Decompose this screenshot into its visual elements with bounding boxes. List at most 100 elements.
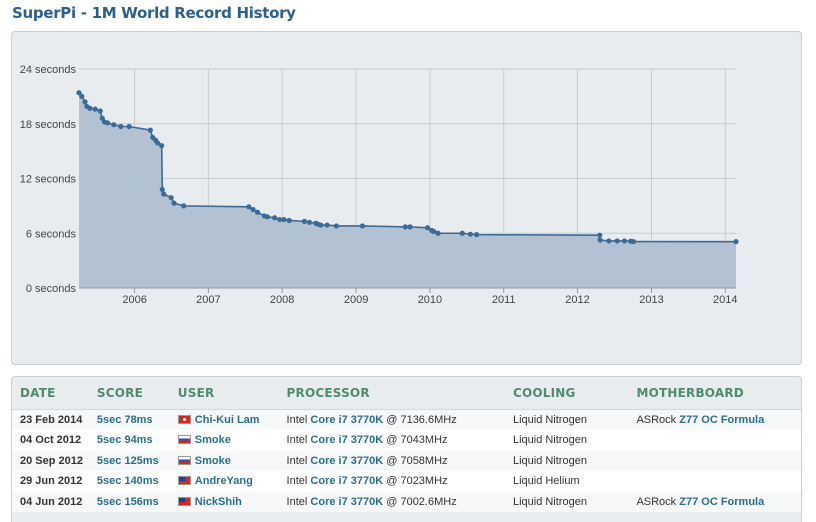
motherboard-model-link[interactable]: Z77 OC Formula <box>679 496 764 508</box>
user-name-link[interactable]: NickShih <box>195 496 242 508</box>
flag-icon <box>177 476 191 486</box>
row-user[interactable]: Smoke <box>169 429 279 451</box>
data-point <box>407 224 413 230</box>
row-score[interactable]: 5sec 140ms <box>88 471 170 492</box>
data-point <box>264 214 271 220</box>
row-cooling: Liquid Nitrogen <box>504 491 629 513</box>
row-user[interactable]: AndreYang <box>169 471 279 492</box>
motherboard-brand: ASRock <box>636 413 677 426</box>
row-date: 04 Oct 2012 <box>12 429 89 451</box>
user-name-link[interactable]: Smoke <box>195 434 231 446</box>
row-motherboard <box>628 450 801 472</box>
header-motherboard[interactable]: MOTHERBOARD <box>628 377 801 410</box>
data-point <box>281 216 287 223</box>
data-point <box>181 203 187 209</box>
page-title: SuperPi - 1M World Record History <box>12 4 296 22</box>
processor-brand: Intel <box>286 475 308 488</box>
data-point <box>597 237 603 243</box>
data-point <box>301 218 308 224</box>
table-row[interactable]: 23 Feb 2014 5sec 78ms Chi-Kui Lam Intel Cor… <box>12 409 801 430</box>
y-tick-label: 24 seconds <box>20 64 77 76</box>
processor-brand: Intel <box>286 434 308 447</box>
table-row[interactable]: 04 Jun 2012 5sec 156ms NickShih Intel Core … <box>12 491 801 513</box>
row-cooling: Liquid Nitrogen <box>504 409 629 430</box>
processor-model-link[interactable]: Core i7 3770K <box>310 434 383 446</box>
data-point <box>97 108 103 114</box>
data-point <box>159 186 165 193</box>
y-tick-label: 12 seconds <box>20 174 77 186</box>
x-tick-label: 2011 <box>492 294 516 306</box>
table-row[interactable]: 20 Sep 2012 5sec 125ms Smoke Intel Core i7 … <box>12 450 801 472</box>
table-row[interactable]: 29 Jun 2012 5sec 140ms AndreYang Intel Core… <box>12 471 801 492</box>
row-score[interactable]: 5sec 125ms <box>88 450 170 472</box>
data-point <box>402 224 408 230</box>
table-header-row: DATE SCORE USER PROCESSOR COOLING MOTHER… <box>12 377 801 410</box>
header-user[interactable]: USER <box>169 377 279 410</box>
records-table: DATE SCORE USER PROCESSOR COOLING MOTHER… <box>12 377 801 513</box>
processor-frequency: @ 7002.6MHz <box>386 496 457 509</box>
row-score[interactable]: 5sec 156ms <box>88 491 170 513</box>
row-cooling: Liquid Nitrogen <box>504 429 629 451</box>
row-processor: Intel Core i7 3770K @ 7043MHz <box>278 429 505 451</box>
row-processor: Intel Core i7 3770K @ 7023MHz <box>278 471 505 492</box>
data-point <box>333 223 339 229</box>
motherboard-model-link[interactable]: Z77 OC Formula <box>679 414 764 426</box>
row-cooling: Liquid Nitrogen <box>504 450 629 472</box>
row-processor: Intel Core i7 3770K @ 7058MHz <box>278 450 505 472</box>
processor-brand: Intel <box>286 496 308 509</box>
motherboard-brand: ASRock <box>636 496 677 509</box>
x-tick-label: 2008 <box>270 294 294 306</box>
user-name-link[interactable]: AndreYang <box>195 475 253 487</box>
flag-icon <box>177 497 191 507</box>
x-tick-label: 2006 <box>122 294 146 306</box>
data-point <box>614 238 620 244</box>
data-point <box>82 99 88 105</box>
processor-model-link[interactable]: Core i7 3770K <box>310 414 383 426</box>
data-point <box>459 230 465 236</box>
processor-brand: Intel <box>286 413 308 426</box>
data-point <box>467 231 473 237</box>
data-point <box>318 222 324 228</box>
row-date: 29 Jun 2012 <box>12 471 89 492</box>
row-date: 04 Jun 2012 <box>12 491 89 513</box>
y-tick-label: 6 seconds <box>26 228 77 240</box>
records-table-panel: DATE SCORE USER PROCESSOR COOLING MOTHER… <box>11 376 802 522</box>
row-user[interactable]: Smoke <box>169 450 279 472</box>
processor-model-link[interactable]: Core i7 3770K <box>310 496 383 508</box>
header-date[interactable]: DATE <box>12 377 89 410</box>
record-history-chart: 0 seconds 6 seconds 12 seconds 18 seconds 24… <box>11 31 802 365</box>
header-cooling[interactable]: COOLING <box>504 377 629 410</box>
x-tick-label: 2013 <box>639 294 663 306</box>
row-user[interactable]: Chi-Kui Lam <box>169 409 279 430</box>
row-score[interactable]: 5sec 94ms <box>88 429 170 451</box>
header-processor[interactable]: PROCESSOR <box>278 377 505 410</box>
data-point <box>324 222 330 228</box>
processor-brand: Intel <box>286 454 308 467</box>
user-name-link[interactable]: Chi-Kui Lam <box>195 414 260 426</box>
table-row[interactable]: 04 Oct 2012 5sec 94ms Smoke Intel Core i7 3… <box>12 429 801 451</box>
processor-model-link[interactable]: Core i7 3770K <box>310 455 383 467</box>
flag-icon <box>177 414 191 424</box>
data-point <box>286 217 292 224</box>
data-point <box>621 238 628 244</box>
data-point <box>474 232 480 238</box>
data-point <box>111 122 117 128</box>
x-tick-label: 2014 <box>713 294 737 306</box>
x-tick-label: 2009 <box>344 294 368 306</box>
data-point <box>147 127 153 133</box>
header-score[interactable]: SCORE <box>88 377 170 410</box>
data-point <box>733 239 739 245</box>
y-tick-label: 0 seconds <box>26 283 77 295</box>
row-processor: Intel Core i7 3770K @ 7002.6MHz <box>278 491 505 513</box>
data-point <box>359 223 366 229</box>
row-user[interactable]: NickShih <box>169 491 279 513</box>
processor-model-link[interactable]: Core i7 3770K <box>310 475 383 487</box>
data-point <box>126 123 132 130</box>
row-motherboard <box>628 429 801 451</box>
user-name-link[interactable]: Smoke <box>195 455 231 467</box>
processor-frequency: @ 7136.6MHz <box>386 413 457 426</box>
processor-frequency: @ 7023MHz <box>386 475 448 488</box>
data-point <box>87 105 93 111</box>
data-point <box>597 232 603 238</box>
row-score[interactable]: 5sec 78ms <box>88 409 170 430</box>
